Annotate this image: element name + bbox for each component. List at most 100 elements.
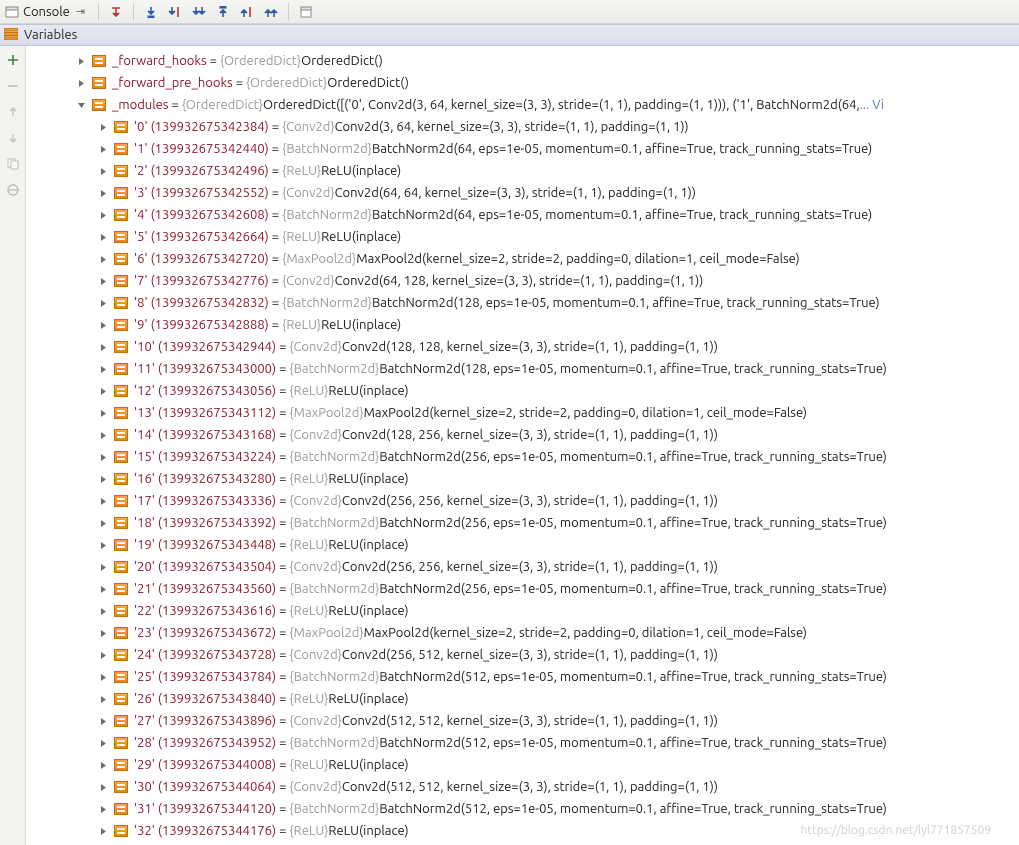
- tree-row[interactable]: '21' (139932675343560)={BatchNorm2d} Bat…: [90, 578, 1019, 600]
- tree-row[interactable]: _forward_hooks={OrderedDict} OrderedDict…: [68, 50, 1019, 72]
- variable-type: {BatchNorm2d}: [289, 516, 379, 530]
- expand-arrow-icon[interactable]: [96, 164, 110, 178]
- expand-arrow-icon[interactable]: [96, 714, 110, 728]
- expand-arrow-icon[interactable]: [96, 208, 110, 222]
- expand-arrow-icon[interactable]: [96, 516, 110, 530]
- variables-tree[interactable]: _forward_hooks={OrderedDict} OrderedDict…: [26, 46, 1019, 845]
- tree-row[interactable]: '10' (139932675342944)={Conv2d} Conv2d(1…: [90, 336, 1019, 358]
- tree-row[interactable]: '0' (139932675342384)={Conv2d} Conv2d(3,…: [90, 116, 1019, 138]
- tree-row[interactable]: _modules={OrderedDict} OrderedDict([('0'…: [68, 94, 1019, 116]
- new-watch-button[interactable]: [3, 50, 23, 70]
- tree-row[interactable]: '12' (139932675343056)={ReLU} ReLU(inpla…: [90, 380, 1019, 402]
- evaluate-expression-button[interactable]: [260, 2, 282, 22]
- expand-arrow-icon[interactable]: [96, 626, 110, 640]
- expand-arrow-icon[interactable]: [96, 340, 110, 354]
- expand-arrow-icon[interactable]: [96, 296, 110, 310]
- expand-arrow-icon[interactable]: [96, 802, 110, 816]
- tree-row[interactable]: '2' (139932675342496)={ReLU} ReLU(inplac…: [90, 160, 1019, 182]
- tree-row[interactable]: _forward_pre_hooks={OrderedDict} Ordered…: [68, 72, 1019, 94]
- expand-arrow-icon[interactable]: [96, 186, 110, 200]
- expand-arrow-icon[interactable]: [96, 362, 110, 376]
- step-into-button[interactable]: [140, 2, 162, 22]
- expand-arrow-icon[interactable]: [96, 274, 110, 288]
- variables-panel-header[interactable]: Variables: [0, 24, 1019, 46]
- tree-row[interactable]: '15' (139932675343224)={BatchNorm2d} Bat…: [90, 446, 1019, 468]
- tree-row[interactable]: '16' (139932675343280)={ReLU} ReLU(inpla…: [90, 468, 1019, 490]
- expand-arrow-icon[interactable]: [96, 384, 110, 398]
- expand-arrow-icon[interactable]: [96, 538, 110, 552]
- tree-row[interactable]: '22' (139932675343616)={ReLU} ReLU(inpla…: [90, 600, 1019, 622]
- step-into-my-code-button[interactable]: [164, 2, 186, 22]
- expand-arrow-icon[interactable]: [96, 780, 110, 794]
- expand-arrow-icon[interactable]: [96, 736, 110, 750]
- tree-row[interactable]: '20' (139932675343504)={Conv2d} Conv2d(2…: [90, 556, 1019, 578]
- expand-arrow-icon[interactable]: [96, 604, 110, 618]
- tree-row[interactable]: '5' (139932675342664)={ReLU} ReLU(inplac…: [90, 226, 1019, 248]
- tree-row[interactable]: '17' (139932675343336)={Conv2d} Conv2d(2…: [90, 490, 1019, 512]
- expand-arrow-icon[interactable]: [96, 692, 110, 706]
- expand-arrow-icon[interactable]: [96, 318, 110, 332]
- tree-row[interactable]: '7' (139932675342776)={Conv2d} Conv2d(64…: [90, 270, 1019, 292]
- expand-arrow-icon[interactable]: [96, 120, 110, 134]
- expand-arrow-icon[interactable]: [96, 560, 110, 574]
- tree-row[interactable]: '23' (139932675343672)={MaxPool2d} MaxPo…: [90, 622, 1019, 644]
- tree-row[interactable]: '29' (139932675344008)={ReLU} ReLU(inpla…: [90, 754, 1019, 776]
- variable-name: _modules: [112, 98, 168, 112]
- expand-arrow-icon[interactable]: [96, 472, 110, 486]
- tree-row[interactable]: '24' (139932675343728)={Conv2d} Conv2d(2…: [90, 644, 1019, 666]
- expand-arrow-icon[interactable]: [96, 582, 110, 596]
- force-step-into-button[interactable]: [188, 2, 210, 22]
- expand-arrow-icon[interactable]: [96, 758, 110, 772]
- tree-row[interactable]: '27' (139932675343896)={Conv2d} Conv2d(5…: [90, 710, 1019, 732]
- expand-arrow-icon[interactable]: [96, 252, 110, 266]
- tree-row[interactable]: '18' (139932675343392)={BatchNorm2d} Bat…: [90, 512, 1019, 534]
- tree-row[interactable]: '30' (139932675344064)={Conv2d} Conv2d(5…: [90, 776, 1019, 798]
- copy-button[interactable]: [3, 154, 23, 174]
- tree-row[interactable]: '9' (139932675342888)={ReLU} ReLU(inplac…: [90, 314, 1019, 336]
- variable-type: {OrderedDict}: [182, 98, 263, 112]
- variable-icon: [114, 649, 128, 661]
- expand-arrow-icon[interactable]: [96, 648, 110, 662]
- move-down-button[interactable]: [3, 128, 23, 148]
- tree-row[interactable]: '1' (139932675342440)={BatchNorm2d} Batc…: [90, 138, 1019, 160]
- expand-arrow-icon[interactable]: [96, 230, 110, 244]
- collapse-arrow-icon[interactable]: [74, 98, 88, 112]
- tree-row[interactable]: '25' (139932675343784)={BatchNorm2d} Bat…: [90, 666, 1019, 688]
- expand-arrow-icon[interactable]: [96, 450, 110, 464]
- tree-row[interactable]: '19' (139932675343448)={ReLU} ReLU(inpla…: [90, 534, 1019, 556]
- step-return-button[interactable]: [105, 2, 127, 22]
- expand-arrow-icon[interactable]: [96, 824, 110, 838]
- tree-row[interactable]: '8' (139932675342832)={BatchNorm2d} Batc…: [90, 292, 1019, 314]
- expand-arrow-icon[interactable]: [96, 670, 110, 684]
- step-out-button[interactable]: [212, 2, 234, 22]
- show-watches-button[interactable]: [3, 180, 23, 200]
- tree-row[interactable]: '3' (139932675342552)={Conv2d} Conv2d(64…: [90, 182, 1019, 204]
- expand-arrow-icon[interactable]: [74, 54, 88, 68]
- variable-icon: [114, 209, 128, 221]
- run-to-cursor-button[interactable]: [236, 2, 258, 22]
- variable-value: ReLU(inplace): [321, 318, 401, 332]
- tree-row[interactable]: '13' (139932675343112)={MaxPool2d} MaxPo…: [90, 402, 1019, 424]
- tree-row[interactable]: '31' (139932675344120)={BatchNorm2d} Bat…: [90, 798, 1019, 820]
- view-breakpoints-button[interactable]: [295, 2, 317, 22]
- variable-name: '21' (139932675343560): [134, 582, 276, 596]
- expand-arrow-icon[interactable]: [96, 428, 110, 442]
- console-tab[interactable]: Console ⇥: [2, 1, 92, 23]
- expand-arrow-icon[interactable]: [74, 76, 88, 90]
- variable-icon: [114, 825, 128, 837]
- tree-row[interactable]: '26' (139932675343840)={ReLU} ReLU(inpla…: [90, 688, 1019, 710]
- variable-type: {ReLU}: [289, 758, 328, 772]
- variable-type: {ReLU}: [289, 384, 328, 398]
- expand-arrow-icon[interactable]: [96, 494, 110, 508]
- tree-row[interactable]: '4' (139932675342608)={BatchNorm2d} Batc…: [90, 204, 1019, 226]
- tree-row[interactable]: '11' (139932675343000)={BatchNorm2d} Bat…: [90, 358, 1019, 380]
- tree-row[interactable]: '28' (139932675343952)={BatchNorm2d} Bat…: [90, 732, 1019, 754]
- tree-row[interactable]: '14' (139932675343168)={Conv2d} Conv2d(1…: [90, 424, 1019, 446]
- remove-watch-button[interactable]: [3, 76, 23, 96]
- view-link[interactable]: ... Vi: [860, 98, 884, 112]
- expand-arrow-icon[interactable]: [96, 406, 110, 420]
- expand-arrow-icon[interactable]: [96, 142, 110, 156]
- console-icon: [5, 5, 19, 19]
- move-up-button[interactable]: [3, 102, 23, 122]
- tree-row[interactable]: '6' (139932675342720)={MaxPool2d} MaxPoo…: [90, 248, 1019, 270]
